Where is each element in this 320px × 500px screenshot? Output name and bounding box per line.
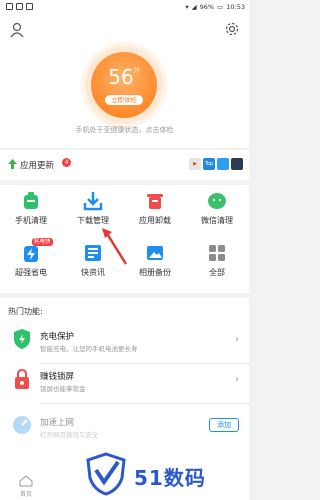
watermark-text: 51数码 [134,466,206,490]
score-value: 56 [108,65,134,89]
tool-power-save[interactable]: 耗电快 超强省电 [0,237,62,287]
notification-icon [16,3,23,10]
health-tip: 手机处于亚健康状态，点击体检 [75,126,174,134]
feature-title: 加速上网 [40,418,75,428]
tool-label: 应用卸载 [139,216,171,225]
health-score-circle[interactable]: 56分 立即体检 [91,52,157,118]
tool-uninstall[interactable]: 应用卸载 [124,185,186,235]
battery-icon: ▭ [217,3,224,11]
wifi-icon: ▾ [185,3,189,11]
hot-features-title: 热门功能: [8,307,43,316]
app-icon: ▶ [189,158,201,170]
app-icon: Top [203,158,215,170]
tool-all[interactable]: 全部 [186,237,248,287]
feature-title: 充电保护 [40,332,75,342]
add-button[interactable]: 添加 [209,418,239,432]
nav-home-label[interactable]: 首页 [0,489,52,498]
score-unit: 分 [133,67,140,74]
feature-subtitle: 锁屏也能拿现金 [40,385,86,393]
app-icon [231,158,243,170]
tool-label: 下载管理 [77,216,109,225]
battery-text: 96% [199,3,215,11]
tool-wechat-clean[interactable]: 微信清理 [186,185,248,235]
bottom-nav: 首页 [0,470,60,500]
tool-label: 手机清理 [15,216,47,225]
check-now-button[interactable]: 立即体检 [105,95,143,105]
photo-icon [147,246,163,260]
grid-icon [209,245,225,261]
app-icon [217,158,229,170]
shield-battery-icon [14,329,30,349]
tool-label: 全部 [209,268,225,277]
broom-icon [24,192,38,209]
update-arrow-icon [8,159,17,169]
update-app-icons: ▶ Top [189,158,243,170]
download-icon [83,192,103,211]
health-score: 56分 [91,65,157,89]
wechat-icon [208,193,226,209]
signal-icon: ◢ [191,3,197,11]
status-icons-right: ▾ ◢ 96% ▭ 10:53 [185,3,245,11]
tool-label: 快资讯 [81,268,105,277]
home-icon[interactable] [19,475,33,487]
health-header: 56分 立即体检 手机处于亚健康状态，点击体检 [0,14,249,148]
clock: 10:53 [226,3,245,11]
speed-icon [13,416,31,434]
tool-label: 超强省电 [15,268,47,277]
chevron-right-icon: › [235,374,239,385]
feature-subtitle: 打开网页极快又安全 [40,431,99,439]
lightning-icon [24,246,38,262]
feature-earn-lockscreen[interactable]: 赚钱锁屏 锁屏也能拿现金 › [0,364,249,404]
lock-icon [15,368,29,389]
update-count-badge: 4 [62,158,71,167]
battery-drain-badge: 耗电快 [32,238,53,246]
tool-album-backup[interactable]: 相册备份 [124,237,186,287]
annotation-arrow-icon [102,228,128,265]
notification-icon [26,3,33,10]
watermark: 51数码 [86,450,246,498]
notification-icon [6,3,13,10]
settings-icon[interactable] [225,22,239,36]
feature-subtitle: 智能充电，让您的手机电池更长寿 [40,345,138,353]
app-updates-row[interactable]: 应用更新 4 ▶ Top [0,150,249,180]
status-icons-left [6,3,33,10]
app-updates-label: 应用更新 [20,161,55,171]
trash-icon [147,194,163,209]
divider [40,403,249,404]
tool-label: 微信清理 [201,216,233,225]
watermark-logo-icon [86,452,126,496]
feature-title: 赚钱锁屏 [40,372,75,382]
user-icon[interactable] [10,22,24,38]
tool-phone-clean[interactable]: 手机清理 [0,185,62,235]
tool-label: 相册备份 [139,268,171,277]
feature-charge-protect[interactable]: 充电保护 智能充电，让您的手机电池更长寿 › [0,324,249,364]
status-bar: ▾ ◢ 96% ▭ 10:53 [0,0,249,14]
chevron-right-icon: › [235,334,239,345]
